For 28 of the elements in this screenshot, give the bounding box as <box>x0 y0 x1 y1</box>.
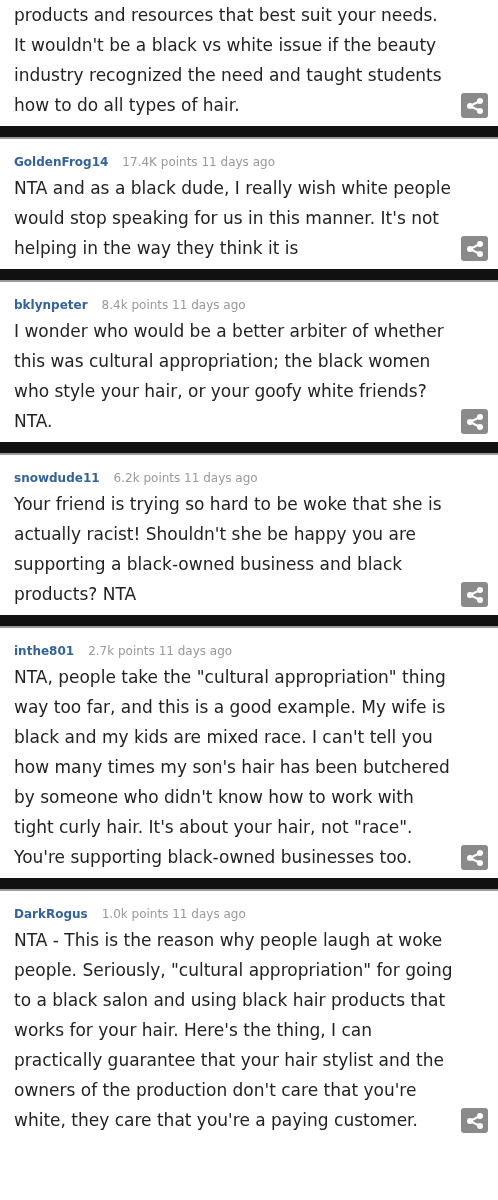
share-button[interactable] <box>461 1108 488 1133</box>
share-button[interactable] <box>461 845 488 870</box>
comment-text: Your friend is trying so hard to be woke that she is actually racist! Shouldn't she be happy you are supporting a black-owned business and black products? NTA <box>14 493 443 606</box>
username[interactable]: GoldenFrog14 <box>14 153 109 171</box>
comment-meta: 6.2k points 11 days ago <box>113 470 258 487</box>
share-icon <box>466 586 483 603</box>
username[interactable]: snowdude11 <box>14 469 100 487</box>
share-icon <box>466 849 483 866</box>
comment-text: NTA and as a black dude, I really wish white people would stop speaking for us in this manner. It's not helping in the way they think it is <box>14 177 452 260</box>
share-icon <box>466 1112 483 1129</box>
share-icon <box>466 97 483 114</box>
share-icon <box>466 240 483 257</box>
username[interactable]: bklynpeter <box>14 296 88 314</box>
share-button[interactable] <box>461 236 488 261</box>
comment-meta: 2.7k points 11 days ago <box>88 643 233 660</box>
comment-text: I wonder who would be a better arbiter of whether this was cultural appropriation; the black women who style your hair, or your goofy white friends? NTA. <box>14 320 445 433</box>
comment-meta: 1.0k points 11 days ago <box>101 906 246 923</box>
comment-text: products and resources that best suit your needs. It wouldn't be a black vs white issue if the beauty industry recognized the need and taught students how to do all types of hair. <box>14 4 443 117</box>
share-icon <box>466 413 483 430</box>
comment-meta: 17.4K points 11 days ago <box>122 154 275 171</box>
username[interactable]: inthe801 <box>14 642 75 660</box>
comment-text: NTA, people take the "cultural appropriation" thing way too far, and this is a good example. My wife is black and my kids are mixed race. I can't tell you how many times my son's hair has been butchered by someone who didn't know how to work with tight curly hair. It's about your hair, not "race". You're supporting black-owned businesses too. <box>14 666 451 869</box>
share-button[interactable] <box>461 93 488 118</box>
comment-text: NTA - This is the reason why people laugh at woke people. Seriously, "cultural appropriation" for going to a black salon and using black hair products that works for your hair. Here's the thing, I can practically guarantee that your hair stylist and the owners of the production don't care that you're white, they care that you're a paying customer. <box>14 929 453 1132</box>
share-button[interactable] <box>461 582 488 607</box>
username[interactable]: DarkRogus <box>14 905 88 923</box>
comment-meta: 8.4k points 11 days ago <box>101 297 246 314</box>
share-button[interactable] <box>461 409 488 434</box>
